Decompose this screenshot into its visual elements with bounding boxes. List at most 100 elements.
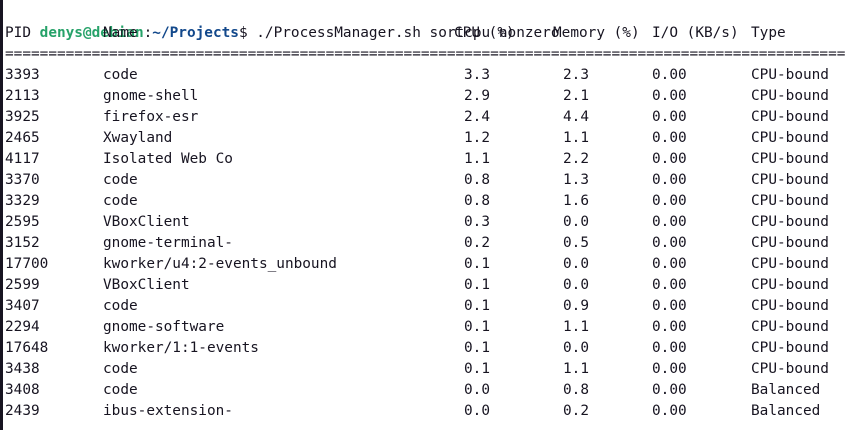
row-cpu: 0.1 (464, 319, 490, 335)
table-row: 2595 VBoxClient 0.3 0.0 0.00 CPU-bound (5, 212, 855, 233)
row-memory: 0.0 (563, 277, 589, 293)
prompt-line: denys@debian:~/Projects$ ./ProcessManage… (5, 2, 560, 41)
header-cpu: CPU (%) (454, 25, 515, 41)
row-pid: 2465 (5, 130, 40, 146)
row-cpu: 1.2 (464, 130, 490, 146)
row-name: code (103, 67, 138, 83)
row-name: kworker/1:1-events (103, 340, 259, 356)
row-memory: 2.3 (563, 67, 589, 83)
row-memory: 0.0 (563, 340, 589, 356)
row-pid: 3370 (5, 172, 40, 188)
row-name: gnome-software (103, 319, 225, 335)
row-pid: 3408 (5, 382, 40, 398)
row-io: 0.00 (652, 67, 687, 83)
row-name: code (103, 298, 138, 314)
row-memory: 1.6 (563, 193, 589, 209)
row-io: 0.00 (652, 361, 687, 377)
table-row: 3407 code 0.1 0.9 0.00 CPU-bound (5, 296, 855, 317)
row-name: code (103, 361, 138, 377)
table-row: 3370 code 0.8 1.3 0.00 CPU-bound (5, 170, 855, 191)
row-pid: 3925 (5, 109, 40, 125)
row-name: VBoxClient (103, 214, 190, 230)
table-row: 2599 VBoxClient 0.1 0.0 0.00 CPU-bound (5, 275, 855, 296)
table-row: 2294 gnome-software 0.1 1.1 0.00 CPU-bound (5, 317, 855, 338)
row-name: VBoxClient (103, 277, 190, 293)
row-type: CPU-bound (751, 340, 829, 356)
row-io: 0.00 (652, 193, 687, 209)
row-pid: 3329 (5, 193, 40, 209)
row-type: Balanced (751, 403, 821, 419)
row-memory: 0.0 (563, 214, 589, 230)
row-memory: 1.3 (563, 172, 589, 188)
row-name: gnome-shell (103, 88, 199, 104)
table-row: 3925 firefox-esr 2.4 4.4 0.00 CPU-bound (5, 107, 855, 128)
row-type: CPU-bound (751, 88, 829, 104)
row-type: CPU-bound (751, 214, 829, 230)
row-pid: 3393 (5, 67, 40, 83)
row-type: CPU-bound (751, 193, 829, 209)
row-memory: 2.2 (563, 151, 589, 167)
table-row: 3408 code 0.0 0.8 0.00 Balanced (5, 380, 855, 401)
row-name: code (103, 193, 138, 209)
row-name: ibus-extension- (103, 403, 233, 419)
row-memory: 1.1 (563, 319, 589, 335)
table-row: 3152 gnome-terminal- 0.2 0.5 0.00 CPU-bound (5, 233, 855, 254)
row-cpu: 0.1 (464, 298, 490, 314)
row-cpu: 3.3 (464, 67, 490, 83)
row-name: gnome-terminal- (103, 235, 233, 251)
table-row: 4117 Isolated Web Co 1.1 2.2 0.00 CPU-bound (5, 149, 855, 170)
row-type: CPU-bound (751, 319, 829, 335)
row-io: 0.00 (652, 298, 687, 314)
row-io: 0.00 (652, 151, 687, 167)
row-cpu: 1.1 (464, 151, 490, 167)
table-row: 17700 kworker/u4:2-events_unbound 0.1 0.0 0.… (5, 254, 855, 275)
row-memory: 2.1 (563, 88, 589, 104)
row-pid: 17648 (5, 340, 49, 356)
row-pid: 3438 (5, 361, 40, 377)
row-type: CPU-bound (751, 277, 829, 293)
row-io: 0.00 (652, 235, 687, 251)
header-type: Type (751, 25, 786, 41)
row-io: 0.00 (652, 109, 687, 125)
row-io: 0.00 (652, 277, 687, 293)
table-row: 2439 ibus-extension- 0.0 0.2 0.00 Balanced (5, 401, 855, 422)
row-name: code (103, 172, 138, 188)
row-memory: 0.8 (563, 382, 589, 398)
row-type: CPU-bound (751, 361, 829, 377)
table-row: 17648 kworker/1:1-events 0.1 0.0 0.00 CPU-bou… (5, 338, 855, 359)
row-name: code (103, 382, 138, 398)
row-pid: 2439 (5, 403, 40, 419)
table-row: 2465 Xwayland 1.2 1.1 0.00 CPU-bound (5, 128, 855, 149)
row-cpu: 0.8 (464, 172, 490, 188)
row-cpu: 2.4 (464, 109, 490, 125)
row-cpu: 0.3 (464, 214, 490, 230)
row-pid: 2595 (5, 214, 40, 230)
table-row: 2113 gnome-shell 2.9 2.1 0.00 CPU-bound (5, 86, 855, 107)
row-cpu: 0.0 (464, 382, 490, 398)
row-io: 0.00 (652, 319, 687, 335)
row-pid: 4117 (5, 151, 40, 167)
row-cpu: 0.1 (464, 340, 490, 356)
header-memory: Memory (%) (553, 25, 640, 41)
row-cpu: 0.2 (464, 235, 490, 251)
row-io: 0.00 (652, 256, 687, 272)
row-pid: 3152 (5, 235, 40, 251)
row-cpu: 0.8 (464, 193, 490, 209)
row-memory: 0.2 (563, 403, 589, 419)
row-io: 0.00 (652, 130, 687, 146)
row-io: 0.00 (652, 382, 687, 398)
terminal-window[interactable]: denys@debian:~/Projects$ ./ProcessManage… (0, 0, 859, 430)
row-io: 0.00 (652, 403, 687, 419)
table-header-row: PID Name CPU (%) Memory (%) I/O (KB/s) T… (5, 23, 855, 44)
row-memory: 0.9 (563, 298, 589, 314)
row-memory: 1.1 (563, 130, 589, 146)
row-cpu: 0.1 (464, 256, 490, 272)
row-io: 0.00 (652, 172, 687, 188)
row-name: Xwayland (103, 130, 173, 146)
table-row: 3329 code 0.8 1.6 0.00 CPU-bound (5, 191, 855, 212)
row-pid: 3407 (5, 298, 40, 314)
row-type: CPU-bound (751, 130, 829, 146)
row-type: CPU-bound (751, 67, 829, 83)
table-row: 3438 code 0.1 1.1 0.00 CPU-bound (5, 359, 855, 380)
row-memory: 0.5 (563, 235, 589, 251)
